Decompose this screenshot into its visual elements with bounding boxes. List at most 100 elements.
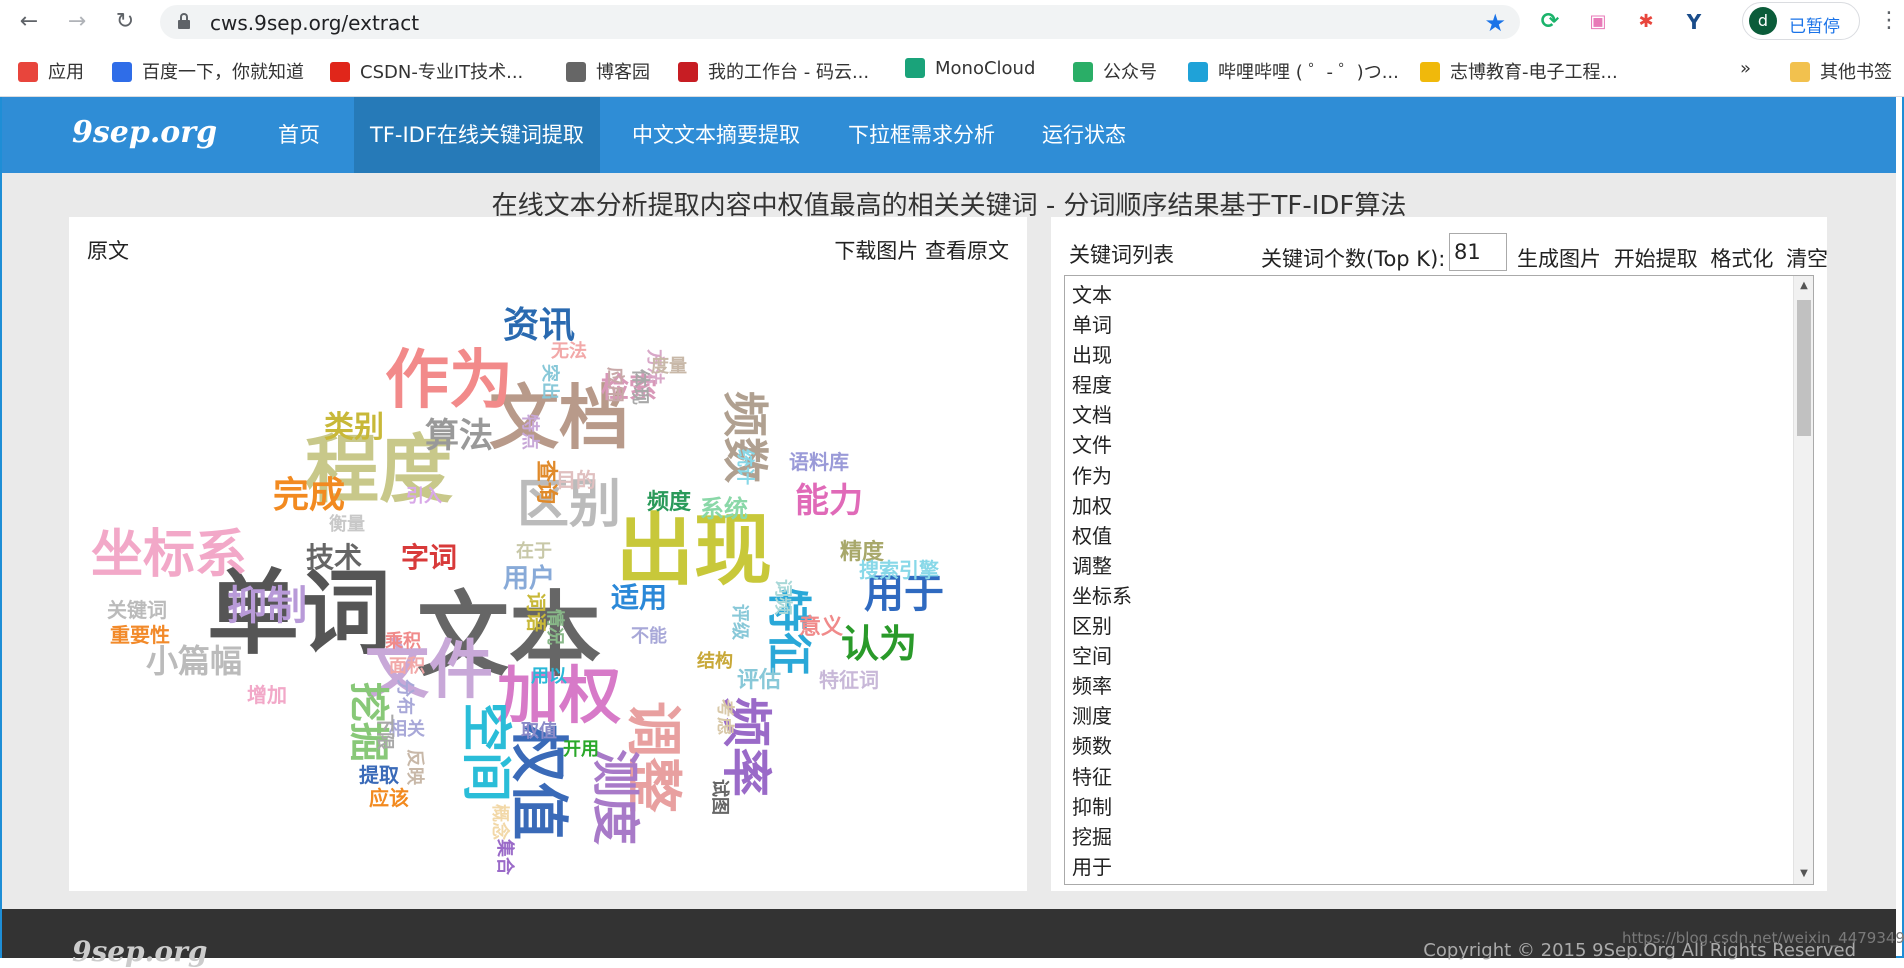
bookmark-item[interactable]: 公众号 (1073, 58, 1157, 84)
start-extract-link[interactable]: 开始提取 (1614, 247, 1698, 271)
keyword-item: 用于 (1072, 854, 1112, 879)
word-cloud-word: 技术 (306, 541, 362, 574)
bookmark-item[interactable]: 博客园 (566, 58, 650, 84)
bookmark-item[interactable]: 其他书签 (1790, 58, 1892, 84)
word-cloud-word: 系统 (700, 495, 748, 523)
keyword-item: 抑制 (1072, 794, 1112, 819)
word-cloud-word: 结构 (697, 650, 733, 672)
bookmark-item[interactable]: 我的工作台 - 码云... (678, 58, 869, 84)
keyword-item: 挖掘 (1072, 824, 1112, 849)
left-panel-actions: 下载图片 查看原文 (834, 235, 1009, 265)
word-cloud-word: 评级 (729, 604, 751, 641)
panel-title-keywords: 关键词列表 (1069, 243, 1174, 267)
nav-dropdown-analysis[interactable]: 下拉框需求分析 (832, 97, 1011, 173)
word-cloud-word: 意义 (799, 614, 843, 640)
scroll-up-icon[interactable]: ▲ (1794, 276, 1813, 296)
bookmark-label: MonoCloud (935, 58, 1036, 79)
cnblogs-icon (566, 62, 586, 82)
topk-input[interactable] (1449, 233, 1507, 271)
word-cloud-word: 集合 (494, 838, 516, 876)
word-cloud-word: 用以 (531, 666, 567, 687)
keyword-item: 程度 (1072, 373, 1112, 398)
word-cloud-word: 提取 (359, 763, 399, 787)
keyword-item: 测度 (1072, 704, 1112, 729)
zhibo-icon (1420, 62, 1440, 82)
footer-logo: 9sep.org (72, 935, 208, 968)
bookmark-star-icon[interactable]: ★ (1484, 9, 1506, 37)
word-cloud-word: 开用 (563, 739, 599, 760)
bookmark-label: 哔哩哔哩 ( ゜- ゜)つ... (1218, 62, 1399, 83)
url-text[interactable]: cws.9sep.org/extract (210, 11, 419, 35)
profile-status: 已暂停 (1789, 17, 1840, 37)
word-cloud-word: 字词 (401, 541, 457, 574)
keyword-textarea[interactable]: 文本 单词 出现 程度 文档 文件 作为 加权 权值 调整 坐标系 区别 空间 频率 测度 频数 特征 抑制 挖掘用… (1064, 275, 1814, 885)
site-logo[interactable]: 9sep.org (72, 115, 217, 150)
sync-extension-icon[interactable]: ⟳ (1536, 8, 1564, 36)
site-navbar: 9sep.org 首页 TF-IDF在线关键词提取 中文文本摘要提取 下拉框需求… (2, 97, 1896, 173)
nav-home[interactable]: 首页 (262, 97, 336, 173)
more-bookmarks-icon[interactable]: » (1740, 58, 1751, 84)
word-cloud-word: 特征词 (819, 668, 879, 692)
word-cloud-word: 特点 (519, 414, 541, 450)
bookmark-label: 应用 (48, 62, 84, 83)
nav-status[interactable]: 运行状态 (1026, 97, 1142, 173)
bookmark-label: 我的工作台 - 码云... (708, 62, 870, 83)
word-cloud-word: 统计 (734, 449, 756, 485)
word-cloud-word: 语料库 (789, 450, 849, 474)
word-cloud-word: 类别 (324, 410, 384, 445)
word-cloud-word: 测度 (587, 749, 643, 845)
view-original-link[interactable]: 查看原文 (925, 239, 1009, 263)
word-cloud-word: 资讯 (503, 305, 575, 346)
bookmark-item[interactable]: CSDN-专业IT技术... (330, 58, 523, 84)
profile-button[interactable]: d 已暂停 (1742, 2, 1860, 40)
nav-summary[interactable]: 中文文本摘要提取 (616, 97, 816, 173)
word-cloud-word: 引入 (406, 486, 442, 507)
keyword-item: 特征 (1072, 764, 1112, 789)
keyword-item: 文档 (1072, 403, 1112, 428)
word-cloud-word: 度量 (651, 355, 687, 377)
scrollbar[interactable]: ▲ ▼ (1793, 276, 1813, 884)
word-cloud-word: 分布 (394, 679, 416, 715)
bookmark-item[interactable]: 百度一下，你就知道 (112, 58, 304, 84)
keyword-actions: 生成图片 开始提取 格式化 清空 (1517, 243, 1834, 273)
download-image-link[interactable]: 下载图片 (834, 239, 918, 263)
back-arrow-icon[interactable]: ← (14, 8, 44, 36)
word-cloud-word: 考虑 (714, 699, 736, 735)
bookmark-item[interactable]: 应用 (18, 58, 84, 84)
word-cloud-word: 关键词 (107, 598, 167, 622)
more-menu-icon[interactable]: ⋮ (1878, 8, 1900, 33)
nav-tfidf[interactable]: TF-IDF在线关键词提取 (354, 97, 600, 173)
site-footer: 9sep.org Copyright © 2015 9Sep.Org All R… (2, 909, 1896, 968)
generate-image-link[interactable]: 生成图片 (1517, 247, 1601, 271)
word-cloud-word: 乘积 (384, 631, 421, 652)
clear-link[interactable]: 清空 (1786, 247, 1828, 271)
bilibili-extension-icon[interactable]: ▣ (1584, 8, 1612, 36)
scroll-down-icon[interactable]: ▼ (1794, 864, 1813, 884)
bookmark-item[interactable]: 志博教育-电子工程... (1420, 58, 1618, 84)
word-cloud-word: 算法 (425, 416, 493, 456)
keyword-item: 文本 (1072, 283, 1112, 307)
monocloud-icon (905, 58, 925, 78)
scrollbar-thumb[interactable] (1797, 300, 1811, 436)
keyword-list: 文本 单词 出现 程度 文档 文件 作为 加权 权值 调整 坐标系 区别 空间 频率 测度 频数 特征 抑制 挖掘用… (1072, 280, 1132, 882)
word-cloud-word: 情况 (544, 609, 565, 645)
address-row: ← → ↻ cws.9sep.org/extract ★ ⟳ ▣ ✱ Y d 已… (0, 0, 1904, 44)
bookmark-item[interactable]: MonoCloud (905, 58, 1035, 84)
word-cloud-word: 空间 (457, 702, 515, 802)
word-cloud-word: 应该 (369, 786, 409, 810)
word-cloud-word: 下限 (374, 714, 395, 751)
y-extension-icon[interactable]: Y (1680, 8, 1708, 36)
word-cloud-word: 频度 (647, 489, 692, 515)
folder-icon (1790, 62, 1810, 82)
address-bar[interactable]: cws.9sep.org/extract ★ (160, 5, 1520, 39)
word-cloud-word: 反映 (404, 749, 426, 786)
network-extension-icon[interactable]: ✱ (1632, 8, 1660, 36)
forward-arrow-icon[interactable]: → (62, 8, 92, 36)
bookmark-item[interactable]: 哔哩哔哩 ( ゜- ゜)つ... (1188, 58, 1399, 84)
word-cloud-word: 搜索引擎 (859, 558, 939, 582)
reload-icon[interactable]: ↻ (110, 8, 140, 36)
word-cloud-word: 试图 (709, 779, 731, 815)
word-cloud-word: 小篇幅 (146, 642, 242, 680)
bookmark-label: 志博教育-电子工程... (1450, 62, 1618, 83)
format-link[interactable]: 格式化 (1710, 247, 1773, 271)
